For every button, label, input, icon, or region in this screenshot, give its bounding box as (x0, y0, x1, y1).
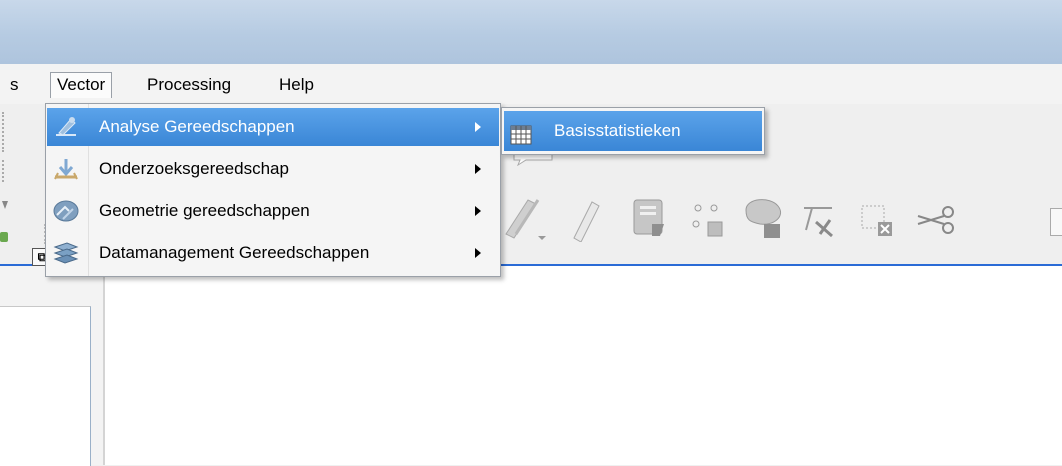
menu-item-label: Datamanagement Gereedschappen (99, 243, 370, 262)
submenu-arrow-icon (475, 122, 481, 132)
toolbar-grip[interactable] (2, 160, 8, 182)
menu-item-geometry-tools[interactable]: Geometrie gereedschappen (47, 192, 499, 230)
layer-add-icon[interactable] (0, 230, 10, 244)
menu-bar: s Vector Processing Help (0, 64, 1062, 105)
submenu-arrow-icon (475, 206, 481, 216)
menu-processing[interactable]: Processing (141, 72, 237, 98)
pin-icon[interactable] (0, 198, 10, 210)
toolbar-grip[interactable] (2, 112, 8, 152)
node-tool-icon[interactable] (798, 200, 844, 242)
menu-item-basic-statistics[interactable]: Basisstatistieken (504, 111, 762, 151)
analysis-tools-submenu: Basisstatistieken (501, 107, 765, 155)
submenu-arrow-icon (475, 248, 481, 258)
analysis-tools-icon (53, 115, 79, 139)
edit-pencil-icon[interactable] (568, 196, 604, 243)
menu-item-analysis-tools[interactable]: Analyse Gereedschappen (47, 108, 499, 146)
copy-features-icon[interactable] (1050, 208, 1062, 236)
delete-selected-icon[interactable] (858, 202, 900, 242)
add-polygon-icon[interactable] (740, 196, 790, 242)
map-canvas[interactable] (103, 266, 1062, 465)
vector-menu-dropdown: Analyse Gereedschappen Onderzoeksgereeds… (45, 103, 501, 277)
add-point-icon[interactable] (688, 202, 730, 242)
research-tools-icon (53, 157, 79, 181)
menu-item-label: Geometrie gereedschappen (99, 201, 310, 220)
menu-item-research-tools[interactable]: Onderzoeksgereedschap (47, 150, 499, 188)
menu-item-data-management[interactable]: Datamanagement Gereedschappen (47, 234, 499, 272)
menu-vector[interactable]: Vector (50, 72, 113, 98)
save-edits-icon[interactable] (630, 198, 672, 240)
menu-item-label: Basisstatistieken (554, 121, 681, 140)
layers-panel-content[interactable] (0, 306, 91, 466)
basic-statistics-icon (510, 121, 536, 145)
menu-item-label: Onderzoeksgereedschap (99, 159, 289, 178)
menu-help[interactable]: Help (273, 72, 320, 98)
geometry-tools-icon (53, 199, 79, 223)
digitize-pencil-icon[interactable] (498, 194, 548, 242)
submenu-arrow-icon (475, 164, 481, 174)
cut-features-icon[interactable] (914, 202, 960, 238)
data-management-icon (53, 241, 79, 265)
menu-settings-partial[interactable]: s (4, 72, 25, 98)
menu-item-label: Analyse Gereedschappen (99, 117, 295, 136)
layers-panel (0, 266, 103, 466)
window-title-bar (0, 0, 1062, 64)
